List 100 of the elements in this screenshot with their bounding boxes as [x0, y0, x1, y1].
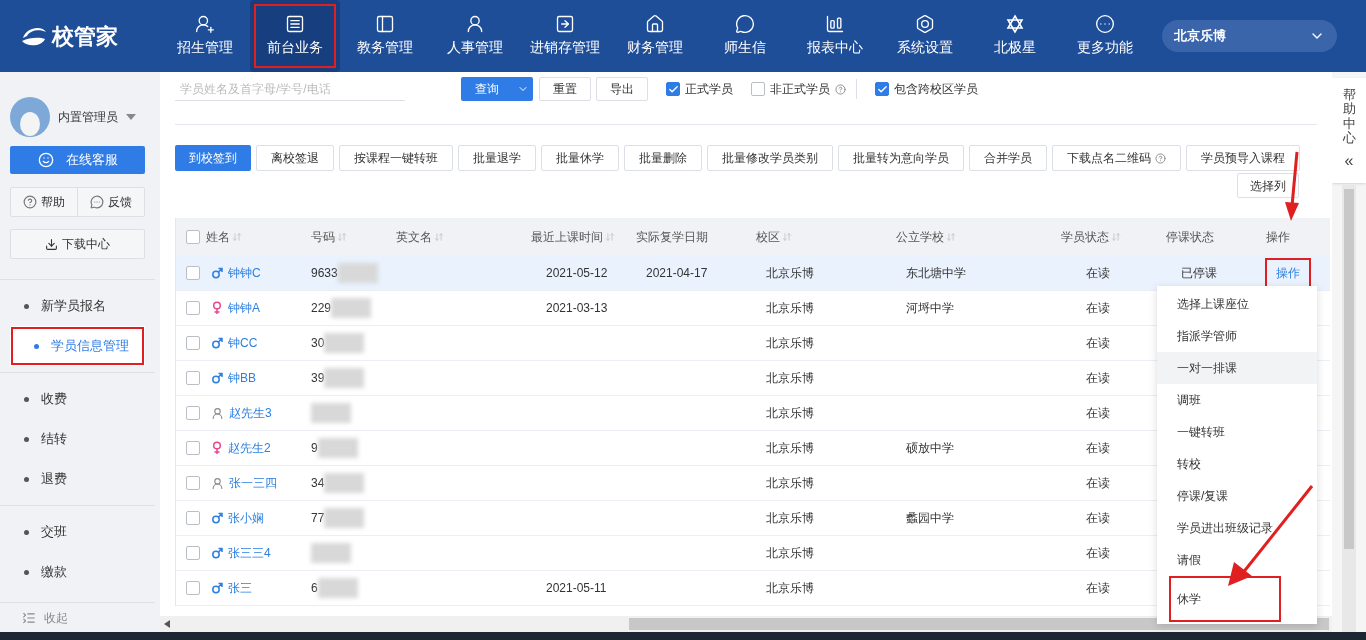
student-name-link[interactable]: 赵先生2: [228, 439, 271, 457]
nav-tab[interactable]: 北极星: [970, 0, 1060, 72]
checkbox[interactable]: [186, 546, 200, 560]
menu-item[interactable]: 选择上课座位: [1157, 288, 1317, 320]
sidebar-item[interactable]: 交班: [0, 512, 155, 552]
menu-item[interactable]: 一对一排课: [1157, 352, 1317, 384]
student-name-link[interactable]: 钟BB: [228, 369, 256, 387]
table-cell-text: 北京乐博: [765, 580, 815, 597]
online-service-button[interactable]: 在线客服: [10, 146, 145, 174]
action-button[interactable]: 批量删除: [624, 145, 702, 171]
student-name-link[interactable]: 钟钟C: [228, 264, 261, 282]
checkbox[interactable]: [186, 476, 200, 490]
student-name-link[interactable]: 钟CC: [228, 334, 258, 352]
nav-tab[interactable]: 更多功能: [1060, 0, 1150, 72]
checkbox[interactable]: [875, 82, 889, 96]
checkbox[interactable]: [186, 406, 200, 420]
search-field[interactable]: 学员姓名及首字母/学号/电话: [175, 77, 405, 101]
redaction-blur: [331, 298, 372, 318]
action-button[interactable]: 批量转为意向学员: [838, 145, 964, 171]
sidebar-item[interactable]: 退费: [0, 459, 155, 499]
sort-icon[interactable]: [1111, 232, 1121, 242]
checkbox[interactable]: [186, 511, 200, 525]
action-button[interactable]: 下载点名二维码: [1052, 145, 1181, 171]
action-button[interactable]: 批量退学: [458, 145, 536, 171]
action-button[interactable]: 到校签到: [175, 145, 251, 171]
action-button[interactable]: 批量休学: [541, 145, 619, 171]
query-button[interactable]: 查询: [461, 77, 533, 101]
action-button[interactable]: 按课程一键转班: [339, 145, 453, 171]
table-cell-text: 硕放中学: [905, 440, 955, 457]
sidebar-item[interactable]: 结转: [0, 419, 155, 459]
student-name-link[interactable]: 张一三四: [229, 474, 277, 492]
table-cell-text: 东北塘中学: [905, 265, 967, 282]
avatar: [10, 96, 50, 137]
horizontal-scrollbar[interactable]: [160, 616, 1332, 632]
sort-icon[interactable]: [434, 232, 444, 242]
checkbox-label: 正式学员: [685, 81, 733, 98]
user-name[interactable]: 内置管理员: [58, 107, 118, 126]
sort-icon[interactable]: [232, 232, 242, 242]
student-name-link[interactable]: 张小娴: [228, 509, 264, 527]
table-cell-text: 在读: [1085, 265, 1111, 282]
nav-tab[interactable]: 人事管理: [430, 0, 520, 72]
table-cell-text: 77: [311, 510, 325, 527]
download-center-button[interactable]: 下载中心: [10, 229, 145, 259]
nav-tab[interactable]: 前台业务: [250, 0, 340, 72]
sort-icon[interactable]: [946, 232, 956, 242]
nav-tab[interactable]: 教务管理: [340, 0, 430, 72]
nav-tab[interactable]: 招生管理: [160, 0, 250, 72]
sidebar-item[interactable]: 缴款: [0, 552, 155, 592]
checkbox[interactable]: [186, 230, 200, 244]
sort-icon[interactable]: [605, 232, 615, 242]
vertical-scrollbar[interactable]: [1342, 185, 1356, 632]
table-cell-text: 在读: [1085, 300, 1111, 317]
help-icon[interactable]: [835, 83, 846, 95]
choose-columns-button[interactable]: 选择列: [1237, 173, 1299, 198]
redaction-blur: [324, 473, 365, 493]
column-header: 实际复学日期: [636, 229, 708, 246]
table-cell-text: 6: [311, 580, 318, 597]
checkbox[interactable]: [186, 441, 200, 455]
action-button[interactable]: 批量修改学员类别: [707, 145, 833, 171]
student-name-link[interactable]: 张三: [228, 579, 252, 597]
student-name-link[interactable]: 张三三4: [228, 544, 271, 562]
checkbox[interactable]: [751, 82, 765, 96]
reset-button[interactable]: 重置: [539, 77, 591, 101]
scroll-left-icon[interactable]: [164, 620, 170, 628]
checkbox[interactable]: [186, 266, 200, 280]
action-button[interactable]: 学员预导入课程: [1186, 145, 1300, 171]
checkbox[interactable]: [186, 336, 200, 350]
nut-icon: [915, 14, 935, 34]
help-icon: [1155, 152, 1166, 164]
caret-icon[interactable]: [126, 113, 136, 120]
action-button[interactable]: 合并学员: [969, 145, 1047, 171]
export-button[interactable]: 导出: [596, 77, 648, 101]
checkbox[interactable]: [186, 581, 200, 595]
table-row[interactable]: 钟钟C 9633 2021-05-12 2021-04-17 北京乐博 东北塘中学 在读 已停课 操作: [176, 256, 1330, 291]
column-header: 学员状态: [1061, 229, 1109, 246]
help-center-tab[interactable]: 帮助中心 «: [1332, 78, 1366, 184]
nav-tab[interactable]: 系统设置: [880, 0, 970, 72]
screen-icon: [285, 14, 305, 34]
sidebar-item[interactable]: 学员信息管理: [10, 326, 145, 366]
sort-icon[interactable]: [337, 232, 347, 242]
feedback-button[interactable]: 反馈: [78, 188, 144, 216]
table-cell-text: 在读: [1085, 580, 1111, 597]
nav-tab[interactable]: 报表中心: [790, 0, 880, 72]
nav-tab[interactable]: 财务管理: [610, 0, 700, 72]
sort-icon[interactable]: [782, 232, 792, 242]
campus-select[interactable]: 北京乐博: [1162, 20, 1337, 52]
checkbox[interactable]: [186, 301, 200, 315]
nav-tab[interactable]: 进销存管理: [520, 0, 610, 72]
operate-button[interactable]: 操作: [1266, 259, 1310, 287]
action-button[interactable]: 离校签退: [256, 145, 334, 171]
collapse-icon[interactable]: [22, 610, 36, 625]
checkbox[interactable]: [666, 82, 680, 96]
table-cell-text: 北京乐博: [765, 475, 815, 492]
student-name-link[interactable]: 钟钟A: [228, 299, 260, 317]
nav-tab[interactable]: 师生信: [700, 0, 790, 72]
sidebar-item[interactable]: 新学员报名: [0, 286, 155, 326]
checkbox[interactable]: [186, 371, 200, 385]
student-name-link[interactable]: 赵先生3: [229, 404, 272, 422]
help-button[interactable]: 帮助: [11, 188, 78, 216]
sidebar-item[interactable]: 收费: [0, 379, 155, 419]
